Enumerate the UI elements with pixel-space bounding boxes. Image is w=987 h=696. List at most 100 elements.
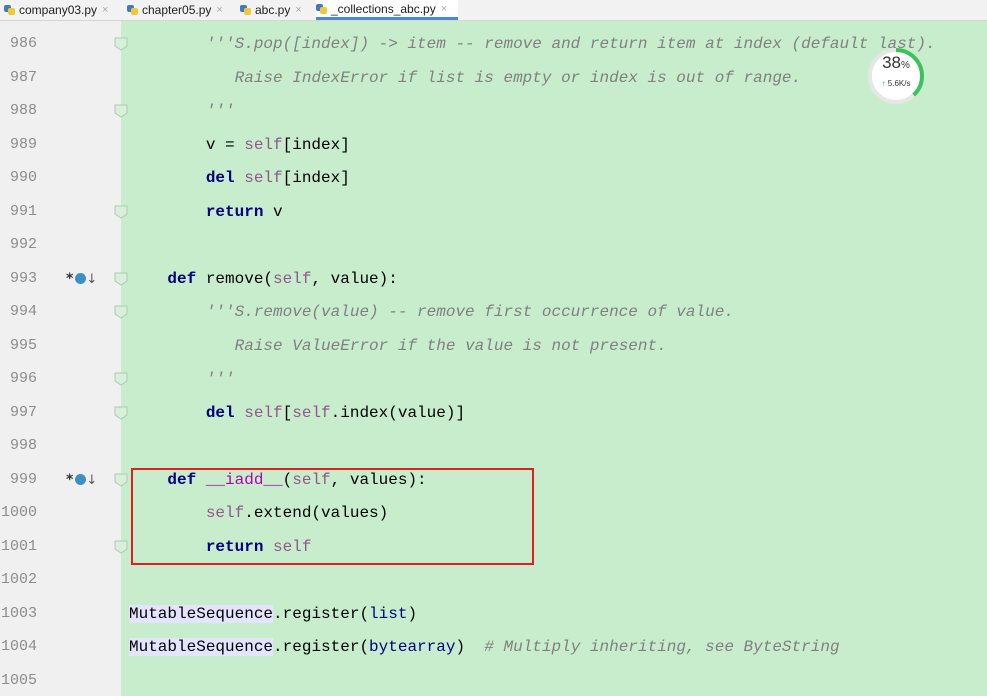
fold-marker-icon[interactable]: [114, 272, 128, 286]
tab-label: _collections_abc.py: [331, 1, 436, 16]
percent-value: 38: [882, 53, 901, 72]
arrow-down-icon: ↓: [86, 271, 98, 287]
code-line[interactable]: del self[index]: [129, 167, 350, 189]
tab-collections-abc-py[interactable]: _collections_abc.py ×: [316, 0, 458, 20]
code-line[interactable]: del self[self.index(value)]: [129, 402, 465, 424]
override-marker[interactable]: * ↓: [66, 470, 106, 490]
code-line[interactable]: '''S.pop([index]) -> item -- remove and …: [129, 33, 936, 55]
close-icon[interactable]: ×: [102, 4, 108, 16]
code-token: MutableSequence: [129, 638, 274, 656]
tab-label: chapter05.py: [142, 3, 212, 17]
close-icon[interactable]: ×: [441, 3, 447, 15]
code-token: v: [273, 202, 283, 221]
code-token: bytearray: [369, 638, 456, 656]
tab-company03-py[interactable]: company03.py ×: [4, 0, 124, 20]
speed-value: 5.6K/s: [887, 79, 911, 88]
code-token: ): [455, 638, 485, 656]
python-file-icon: [316, 3, 328, 15]
fold-marker-icon[interactable]: [114, 37, 128, 51]
code-token: # Multiply inheriting, see ByteString: [484, 638, 840, 656]
line-number: 989: [9, 135, 37, 153]
line-number: 993: [9, 269, 37, 287]
highlight-box: [131, 468, 534, 565]
fold-marker-icon[interactable]: [114, 540, 128, 554]
line-number-gutter: [0, 28, 121, 696]
code-token: del: [205, 403, 245, 422]
code-token: [index]: [282, 135, 350, 154]
fold-marker-icon[interactable]: [114, 406, 128, 420]
python-file-icon: [4, 4, 16, 16]
line-number: 987: [9, 68, 37, 86]
code-token: ''': [205, 102, 235, 120]
line-number: 1001: [0, 537, 37, 555]
code-line[interactable]: MutableSequence.register(bytearray) # Mu…: [129, 636, 840, 658]
fold-marker-icon[interactable]: [114, 104, 128, 118]
tab-chapter05-py[interactable]: chapter05.py ×: [127, 0, 237, 20]
code-token: ''': [205, 370, 235, 388]
override-marker[interactable]: * ↓: [66, 269, 106, 289]
close-icon[interactable]: ×: [295, 4, 301, 16]
line-number: 1003: [0, 604, 37, 622]
line-number: 997: [9, 403, 37, 421]
tab-abc-py[interactable]: abc.py ×: [240, 0, 312, 20]
tab-label: abc.py: [255, 3, 291, 17]
line-number: 1002: [0, 571, 37, 588]
code-token: ): [407, 604, 418, 623]
fold-marker-icon[interactable]: [114, 473, 128, 487]
tab-gap: [0, 21, 987, 28]
upload-arrow-icon: ↑: [881, 79, 886, 88]
override-icon[interactable]: [75, 473, 87, 485]
network-speed-widget[interactable]: 38% ↑ 5.6K/s: [867, 47, 925, 105]
python-file-icon: [127, 4, 139, 16]
line-number: 994: [9, 303, 37, 320]
line-number: 998: [9, 437, 37, 454]
code-token: .index(value)]: [330, 403, 466, 422]
code-line[interactable]: v = self[index]: [129, 134, 350, 156]
code-token: Raise IndexError if list is empty or ind…: [234, 68, 802, 87]
code-token: remove(: [205, 269, 274, 288]
code-token: .register(: [273, 604, 370, 623]
code-line[interactable]: return v: [129, 201, 283, 223]
code-line[interactable]: ''': [129, 100, 235, 122]
code-line[interactable]: '''S.remove(value) -- remove first occur…: [129, 301, 734, 323]
asterisk-icon: *: [66, 270, 74, 287]
fold-marker-icon[interactable]: [114, 305, 128, 319]
code-token: return: [205, 202, 274, 221]
python-file-icon: [240, 4, 252, 16]
cpu-percent: 38%: [867, 53, 925, 73]
code-token: self: [244, 169, 283, 187]
code-token: del: [205, 169, 245, 187]
line-number: 992: [9, 236, 37, 253]
code-line[interactable]: ''': [129, 368, 235, 390]
code-line[interactable]: Raise IndexError if list is empty or ind…: [129, 67, 802, 89]
editor-tab-bar: company03.py × chapter05.py × abc.py × _collec…: [0, 0, 987, 21]
close-icon[interactable]: ×: [216, 4, 222, 16]
line-number: 1000: [0, 504, 37, 521]
code-token: .register(: [273, 638, 370, 656]
code-token: list: [369, 604, 408, 623]
code-line[interactable]: MutableSequence.register(list): [129, 603, 417, 625]
override-icon[interactable]: [75, 272, 87, 284]
network-speed: ↑ 5.6K/s: [867, 79, 925, 88]
code-token: '''S.remove(value) -- remove first occur…: [205, 303, 734, 321]
line-number: 1004: [0, 638, 37, 655]
code-line[interactable]: def remove(self, value):: [129, 268, 397, 290]
arrow-down-icon: ↓: [86, 472, 98, 488]
code-token: MutableSequence: [129, 604, 274, 623]
code-line[interactable]: Raise ValueError if the value is not pre…: [129, 335, 667, 357]
code-token: v =: [205, 135, 245, 154]
line-number: 986: [9, 35, 37, 52]
asterisk-icon: *: [66, 471, 74, 488]
fold-marker-icon[interactable]: [114, 372, 128, 386]
code-editor-area[interactable]: [121, 28, 987, 696]
fold-marker-icon[interactable]: [114, 205, 128, 219]
